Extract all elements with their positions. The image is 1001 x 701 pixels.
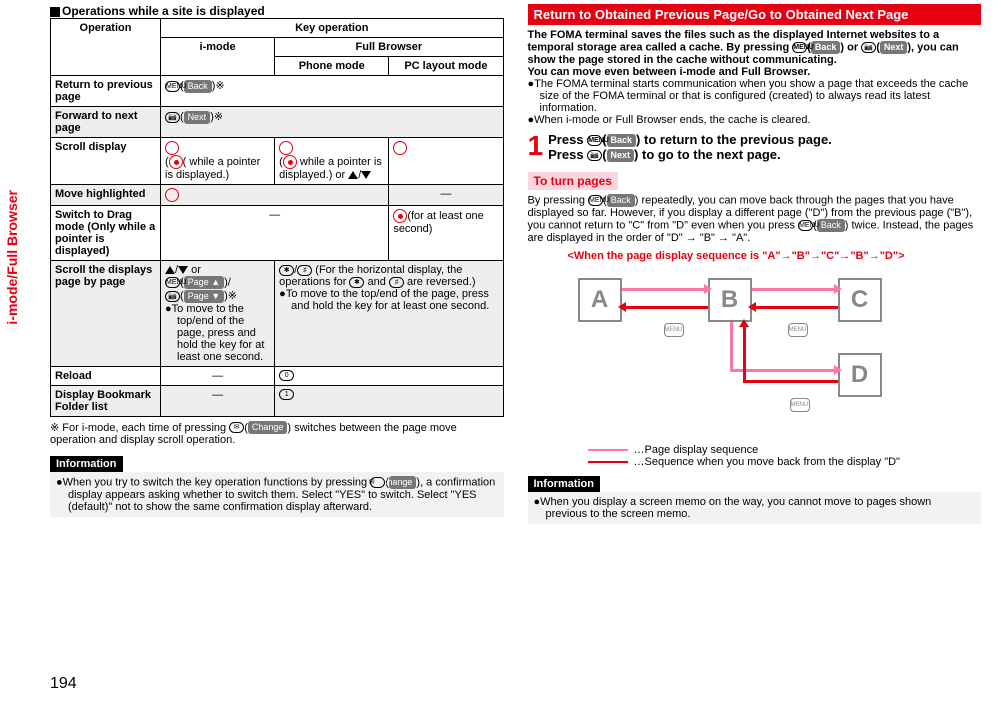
turn-pages-para: By pressing MENU(Back) repeatedly, you c… <box>528 194 982 244</box>
th-fullbrowser: Full Browser <box>275 38 503 57</box>
down-key-icon <box>178 266 188 274</box>
next-softkey-icon: Next <box>184 111 211 124</box>
legend-line-red-icon <box>588 461 628 463</box>
info-heading: Information <box>528 476 601 492</box>
hash-key-icon: ♯ <box>297 265 312 276</box>
menu-key-icon: MENU <box>588 195 603 206</box>
table-row: Return to previous page MENU(Back)※ <box>51 76 504 107</box>
multi-key-icon <box>169 155 183 169</box>
right-column: Return to Obtained Previous Page/Go to O… <box>528 4 982 524</box>
sub-heading: To turn pages <box>528 172 618 190</box>
asterisk-key-icon: ✱ <box>279 265 294 276</box>
th-operation: Operation <box>51 19 161 76</box>
diagram-box-a: A <box>578 278 622 322</box>
menu-mini-icon: MENU <box>664 323 684 337</box>
multi-key-icon <box>393 209 407 223</box>
diagram-box-b: B <box>708 278 752 322</box>
back-softkey-icon: Back <box>607 134 637 147</box>
diagram-box-d: D <box>838 353 882 397</box>
legend-line-pink-icon <box>588 449 628 451</box>
info-box-left: ●When you try to switch the key operatio… <box>50 472 504 517</box>
ops-heading: Operations while a site is displayed <box>50 4 504 18</box>
mail-key-icon: ✉ <box>229 422 244 433</box>
th-keyop: Key operation <box>161 19 504 38</box>
menu-key-icon: MENU <box>587 135 602 146</box>
next-softkey-icon: Next <box>880 41 908 54</box>
one-key-icon: 1 <box>279 389 294 400</box>
table-row: Scroll display (( while a pointer is dis… <box>51 138 504 185</box>
asterisk-key-icon: ✱ <box>349 277 364 288</box>
square-bullet-icon <box>50 7 60 17</box>
change-softkey-icon: Change <box>248 421 288 434</box>
menu-mini-icon: MENU <box>790 398 810 412</box>
multi-key-icon <box>165 188 179 202</box>
table-row: Scroll the displays page by page / or ME… <box>51 261 504 367</box>
back-softkey-icon: Back <box>817 219 845 232</box>
footnote: ※ For i-mode, each time of pressing ✉(Ch… <box>50 421 504 447</box>
table-row: Reload — 0 <box>51 366 504 385</box>
multi-key-icon <box>279 141 293 155</box>
legend: …Page display sequence …Sequence when yo… <box>588 444 982 468</box>
menu-mini-icon: MENU <box>788 323 808 337</box>
hash-key-icon: ♯ <box>389 277 404 288</box>
diagram-title: <When the page display sequence is "A"→"… <box>568 250 982 262</box>
table-row: Forward to next page 📷(Next)※ <box>51 107 504 138</box>
step-text: Press MENU(Back) to return to the previo… <box>548 132 908 162</box>
th-pc: PC layout mode <box>389 57 503 76</box>
pagedn-softkey-icon: Page ▼ <box>184 290 224 303</box>
back-softkey-icon: Back <box>607 194 635 207</box>
left-column: Operations while a site is displayed Ope… <box>50 4 504 524</box>
section-heading: Return to Obtained Previous Page/Go to O… <box>528 4 982 25</box>
back-softkey-icon: Back <box>184 80 212 93</box>
camera-key-icon: 📷 <box>861 42 876 53</box>
zero-key-icon: 0 <box>279 370 294 381</box>
camera-key-icon: 📷 <box>165 112 180 123</box>
bullet-item: ●When i-mode or Full Browser ends, the c… <box>528 114 982 126</box>
multi-key-icon <box>165 141 179 155</box>
table-row: Move highlighted — <box>51 185 504 206</box>
menu-key-icon: MENU <box>165 277 180 288</box>
up-key-icon <box>348 171 358 179</box>
intro-para: The FOMA terminal saves the files such a… <box>528 29 982 78</box>
th-imode: i-mode <box>161 38 275 76</box>
back-softkey-icon: Back <box>811 41 841 54</box>
menu-key-icon: MENU <box>165 81 180 92</box>
camera-key-icon: 📷 <box>165 291 180 302</box>
bullet-item: ●The FOMA terminal starts communication … <box>528 78 982 114</box>
down-key-icon <box>361 171 371 179</box>
pageup-softkey-icon: Page ▲ <box>184 276 224 289</box>
table-row: Switch to Drag mode (Only while a pointe… <box>51 206 504 261</box>
change-softkey-icon: Change <box>389 476 417 489</box>
menu-key-icon: MENU <box>798 220 813 231</box>
page-number: 194 <box>50 675 77 693</box>
multi-key-icon <box>283 155 297 169</box>
info-heading: Information <box>50 456 123 472</box>
table-row: Display Bookmark Folder list — 1 <box>51 385 504 416</box>
camera-key-icon: 📷 <box>587 150 602 161</box>
th-phone: Phone mode <box>275 57 389 76</box>
multi-key-icon <box>393 141 407 155</box>
diagram-box-c: C <box>838 278 882 322</box>
mail-key-icon: ✉ <box>370 477 385 488</box>
info-box-right: ●When you display a screen memo on the w… <box>528 492 982 524</box>
page-diagram: A B C D MENU MENU MENU <box>568 268 928 438</box>
side-tab: i-mode/Full Browser <box>4 190 20 325</box>
menu-key-icon: MENU <box>792 42 807 53</box>
operations-table: Operation Key operation i-mode Full Brow… <box>50 18 504 417</box>
step-number-icon: 1 <box>528 132 544 160</box>
next-softkey-icon: Next <box>607 149 635 162</box>
up-key-icon <box>165 266 175 274</box>
